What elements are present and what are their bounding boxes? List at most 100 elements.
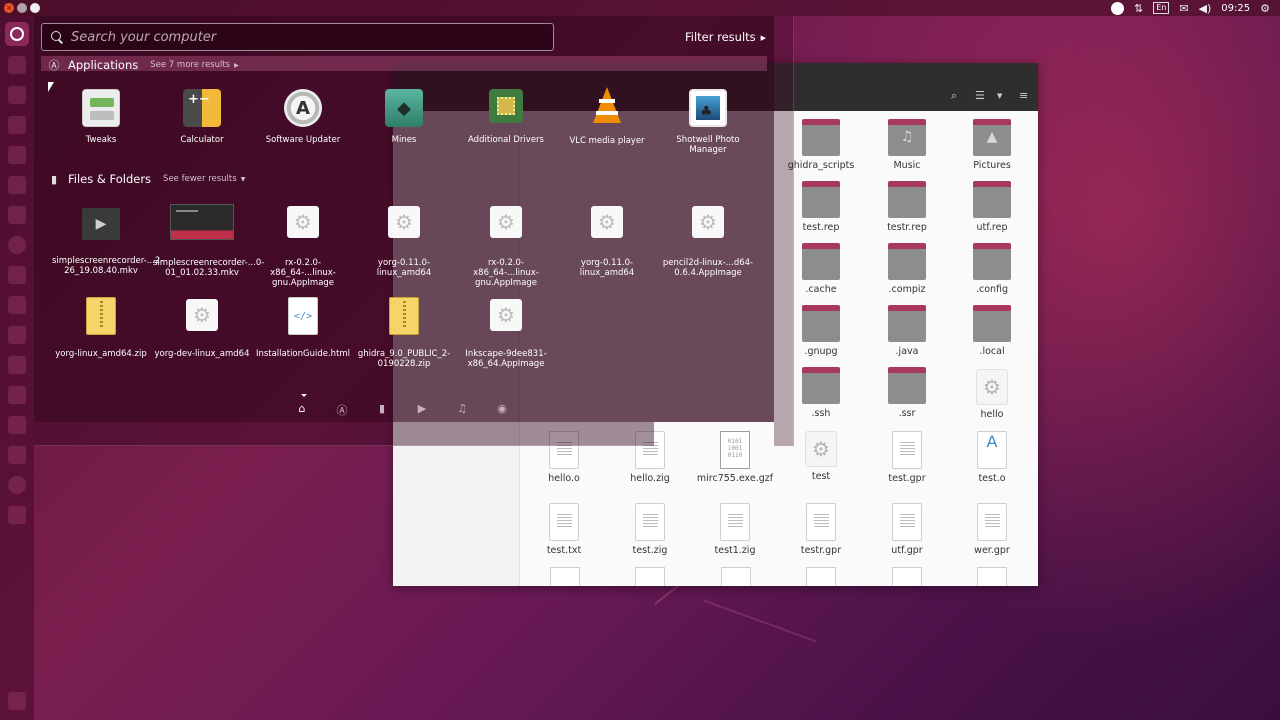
dash-home-button[interactable]	[5, 22, 29, 46]
launcher-app-icon[interactable]	[8, 176, 26, 194]
mail-icon[interactable]: ✉	[1179, 2, 1188, 15]
file-label: mirc755.exe.gzf	[696, 473, 774, 484]
app-tile-shotwell[interactable]: ♣ Shotwell Photo Manager	[659, 89, 757, 155]
file-result[interactable]: ⚙ rx-0.2.0-x86_64-...linux-gnu.AppImage	[457, 204, 555, 288]
file-result[interactable]: ⚙ yorg-0.11.0-linux_amd64	[558, 204, 656, 278]
minimize-button[interactable]	[17, 3, 27, 13]
see-fewer-results-link[interactable]: See fewer results ▼	[163, 174, 245, 184]
file-item[interactable]: ♫ Music	[864, 119, 950, 171]
file-result[interactable]: ⚙ rx-0.2.0-x86_64-...linux-gnu.AppImage	[254, 204, 352, 288]
file-item[interactable]: 0101 1001 0110 mirc755.exe.gzf	[692, 431, 778, 484]
network-icon[interactable]: ⇅	[1134, 2, 1143, 15]
file-label: utf.rep	[976, 222, 1008, 233]
launcher-app-icon[interactable]	[8, 206, 26, 224]
file-result[interactable]: ⚙ yorg-0.11.0-linux_amd64	[355, 204, 453, 278]
settings-gear-icon[interactable]: ⚙	[1260, 2, 1270, 15]
text-file-icon	[635, 503, 665, 541]
launcher-app-icon[interactable]	[8, 326, 26, 344]
file-result[interactable]: ⚙ pencil2d-linux-...d64-0.6.4.AppImage	[659, 204, 757, 278]
file-result-label: simplescreenrecorder-...0-01_01.02.33.mk…	[153, 258, 265, 278]
launcher-app-icon[interactable]	[8, 266, 26, 284]
launcher-app-icon[interactable]	[8, 56, 26, 74]
file-item[interactable]: .compiz	[864, 243, 950, 295]
files-folders-title: Files & Folders	[68, 172, 152, 186]
folder-icon	[888, 367, 926, 404]
app-tile-tweaks[interactable]: Tweaks	[52, 89, 150, 145]
volume-icon[interactable]: ◀)	[1199, 2, 1212, 15]
app-tile-additional-drivers[interactable]: Additional Drivers	[457, 89, 555, 145]
launcher-app-icon[interactable]	[8, 116, 26, 134]
file-item[interactable]: wer.gpr	[949, 503, 1035, 556]
app-tile-vlc[interactable]: VLC media player	[558, 87, 656, 146]
file-item[interactable]: ⚙ hello	[949, 369, 1035, 420]
clock[interactable]: 09:25	[1221, 3, 1250, 14]
launcher-app-icon[interactable]	[8, 236, 26, 254]
folder-icon	[802, 181, 840, 218]
lens-bar: ⌂ Ⓐ ▮ ▶ ♫ ◉	[295, 402, 509, 418]
file-item[interactable]: A test.o	[949, 431, 1035, 484]
file-result[interactable]: </> InstallationGuide.html	[254, 297, 352, 359]
photos-icon[interactable]: ◉	[495, 402, 509, 418]
music-icon[interactable]: ♫	[455, 402, 469, 418]
app-tile-calculator[interactable]: +− Calculator	[153, 89, 251, 145]
filter-results-button[interactable]: Filter results ▶	[685, 30, 766, 44]
file-item[interactable]: test.gpr	[864, 431, 950, 484]
search-box[interactable]	[41, 23, 554, 51]
video-file-icon: ▶	[82, 208, 120, 240]
zip-icon	[389, 297, 419, 335]
view-options-icon[interactable]: ☰	[975, 89, 985, 102]
file-item[interactable]: .ssr	[864, 367, 950, 419]
files-icon[interactable]: ▮	[375, 402, 389, 418]
launcher-app-icon[interactable]	[8, 446, 26, 464]
file-result-label: pencil2d-linux-...d64-0.6.4.AppImage	[662, 258, 754, 278]
launcher-app-icon[interactable]	[8, 506, 26, 524]
launcher	[0, 16, 34, 720]
file-item[interactable]: utf.gpr	[864, 503, 950, 556]
app-label: Software Updater	[265, 135, 341, 145]
text-file-icon	[549, 503, 579, 541]
keyboard-layout-indicator[interactable]: En	[1153, 2, 1170, 14]
zip-icon	[86, 297, 116, 335]
executable-icon: ⚙	[388, 206, 420, 238]
file-item[interactable]: .java	[864, 305, 950, 357]
see-more-results-link[interactable]: See 7 more results ▶	[150, 60, 239, 70]
applications-icon[interactable]: Ⓐ	[335, 402, 349, 418]
home-icon[interactable]: ⌂	[295, 402, 309, 418]
search-icon[interactable]: ⌕	[951, 89, 957, 103]
launcher-app-icon[interactable]	[8, 146, 26, 164]
launcher-app-icon[interactable]	[8, 296, 26, 314]
session-indicator-icon[interactable]	[1110, 1, 1124, 15]
launcher-app-icon[interactable]	[8, 86, 26, 104]
file-item[interactable]: .config	[949, 243, 1035, 295]
maximize-button[interactable]	[30, 3, 40, 13]
launcher-app-icon[interactable]	[8, 386, 26, 404]
close-button[interactable]: ×	[4, 3, 14, 13]
app-tile-mines[interactable]: ◆ Mines	[355, 89, 453, 145]
file-result[interactable]: ⚙ Inkscape-9dee831-x86_64.AppImage	[457, 297, 555, 369]
file-result[interactable]: ghidra_9.0_PUBLIC_2-0190228.zip	[355, 297, 453, 369]
chevron-down-icon[interactable]: ▼	[997, 92, 1002, 100]
file-item[interactable]: test.zig	[607, 503, 693, 556]
file-item[interactable]: test.txt	[521, 503, 607, 556]
file-item[interactable]: .local	[949, 305, 1035, 357]
launcher-app-icon[interactable]	[8, 356, 26, 374]
file-item[interactable]: testr.gpr	[778, 503, 864, 556]
trash-icon[interactable]	[8, 692, 26, 710]
search-input[interactable]	[71, 29, 553, 45]
file-result[interactable]: simplescreenrecorder-...0-01_01.02.33.mk…	[153, 204, 265, 278]
launcher-app-icon[interactable]	[8, 476, 26, 494]
file-result[interactable]: ⚙ yorg-dev-linux_amd64	[153, 297, 251, 359]
file-result[interactable]: yorg-linux_amd64.zip	[52, 297, 150, 359]
menu-icon[interactable]: ≡	[1019, 89, 1028, 102]
video-icon[interactable]: ▶	[415, 402, 429, 418]
text-file-icon: A	[977, 431, 1007, 469]
file-result[interactable]: ▶ simplescreenrecorder-...2-26_19.08.40.…	[52, 204, 163, 276]
launcher-app-icon[interactable]	[8, 416, 26, 434]
folder-icon	[802, 305, 840, 342]
app-tile-software-updater[interactable]: A Software Updater	[254, 89, 352, 145]
file-item[interactable]: ▲ Pictures	[949, 119, 1035, 171]
file-item[interactable]: test1.zig	[692, 503, 778, 556]
file-result-label: rx-0.2.0-x86_64-...linux-gnu.AppImage	[270, 258, 336, 288]
file-item[interactable]: utf.rep	[949, 181, 1035, 233]
file-item[interactable]: testr.rep	[864, 181, 950, 233]
